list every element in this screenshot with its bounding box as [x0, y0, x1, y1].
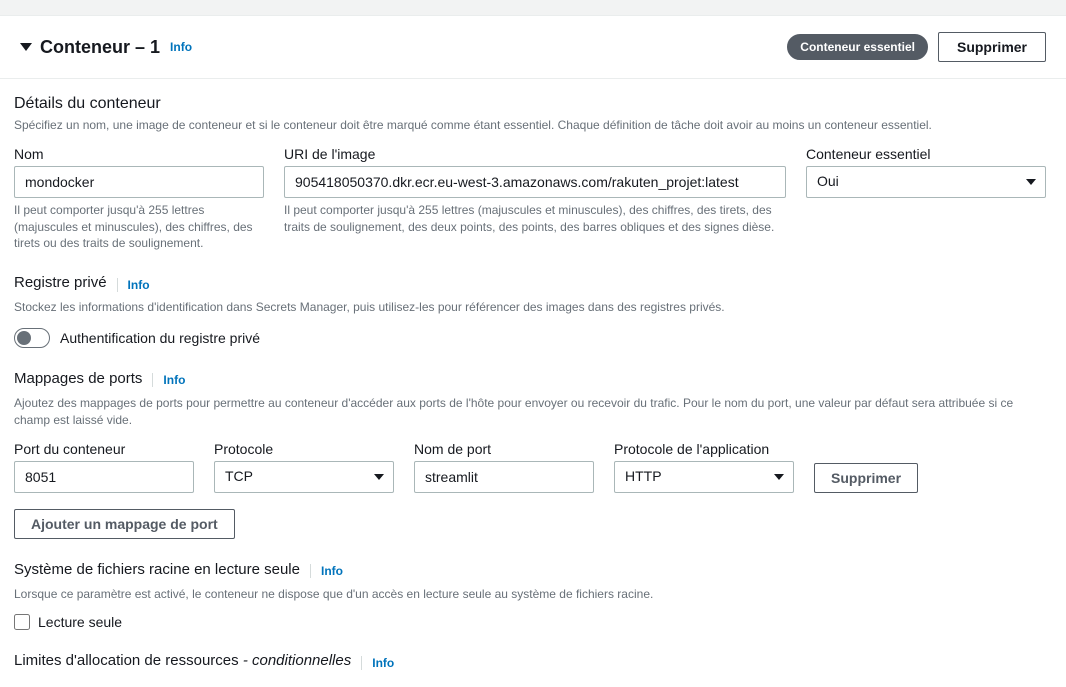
name-label: Nom	[14, 146, 264, 162]
port-mappings-section: Mappages de ports Info Ajoutez des mappa…	[14, 370, 1046, 539]
essential-badge: Conteneur essentiel	[787, 34, 928, 60]
header-actions: Conteneur essentiel Supprimer	[787, 32, 1046, 62]
toggle-knob-icon	[17, 331, 31, 345]
top-border	[0, 0, 1066, 16]
container-title: Conteneur – 1	[40, 37, 160, 58]
essential-label: Conteneur essentiel	[806, 146, 1046, 162]
caret-down-icon	[20, 43, 32, 51]
port-name-label: Nom de port	[414, 441, 594, 457]
registry-auth-label: Authentification du registre privé	[60, 330, 260, 346]
divider	[361, 656, 362, 670]
divider	[117, 278, 118, 292]
delete-container-button[interactable]: Supprimer	[938, 32, 1046, 62]
port-mapping-row: Port du conteneur Protocole TCP Nom de p…	[14, 441, 1046, 493]
info-link-resource-limits[interactable]: Info	[372, 656, 394, 670]
essential-select[interactable]: Oui	[806, 166, 1046, 198]
collapse-toggle[interactable]: Conteneur – 1	[20, 37, 160, 58]
container-header-row: Conteneur – 1 Info Conteneur essentiel S…	[0, 16, 1066, 79]
port-mappings-heading: Mappages de ports	[14, 370, 142, 387]
readonly-checkbox[interactable]	[14, 614, 30, 630]
uri-input[interactable]	[284, 166, 786, 198]
private-registry-section: Registre privé Info Stockez les informat…	[14, 274, 1046, 348]
port-name-input[interactable]	[414, 461, 594, 493]
readonly-fs-desc: Lorsque ce paramètre est activé, le cont…	[14, 586, 1046, 603]
name-hint: Il peut comporter jusqu'à 255 lettres (m…	[14, 202, 264, 252]
container-port-input[interactable]	[14, 461, 194, 493]
info-link-readonly[interactable]: Info	[321, 564, 343, 578]
protocol-label: Protocole	[214, 441, 394, 457]
port-mappings-desc: Ajoutez des mappages de ports pour perme…	[14, 395, 1046, 429]
info-link-ports[interactable]: Info	[163, 373, 185, 387]
name-input[interactable]	[14, 166, 264, 198]
uri-hint: Il peut comporter jusqu'à 255 lettres (m…	[284, 202, 786, 236]
details-desc: Spécifiez un nom, une image de conteneur…	[14, 117, 1046, 134]
divider	[152, 373, 153, 387]
add-port-mapping-button[interactable]: Ajouter un mappage de port	[14, 509, 235, 539]
details-heading: Détails du conteneur	[14, 95, 1046, 113]
info-link-header[interactable]: Info	[170, 40, 192, 54]
registry-auth-toggle[interactable]	[14, 328, 50, 348]
resource-limits-heading: Limites d'allocation de ressources - con…	[14, 652, 351, 669]
app-protocol-label: Protocole de l'application	[614, 441, 794, 457]
readonly-fs-heading: Système de fichiers racine en lecture se…	[14, 561, 300, 578]
app-protocol-select[interactable]: HTTP	[614, 461, 794, 493]
uri-label: URI de l'image	[284, 146, 786, 162]
resource-limits-section: Limites d'allocation de ressources - con…	[14, 652, 1046, 673]
info-link-registry[interactable]: Info	[128, 278, 150, 292]
container-port-label: Port du conteneur	[14, 441, 194, 457]
protocol-select[interactable]: TCP	[214, 461, 394, 493]
divider	[310, 564, 311, 578]
container-details-section: Détails du conteneur Spécifiez un nom, u…	[14, 95, 1046, 252]
readonly-fs-section: Système de fichiers racine en lecture se…	[14, 561, 1046, 631]
private-registry-desc: Stockez les informations d'identificatio…	[14, 299, 1046, 316]
readonly-checkbox-label: Lecture seule	[38, 614, 122, 630]
private-registry-heading: Registre privé	[14, 274, 107, 291]
remove-port-button[interactable]: Supprimer	[814, 463, 918, 493]
